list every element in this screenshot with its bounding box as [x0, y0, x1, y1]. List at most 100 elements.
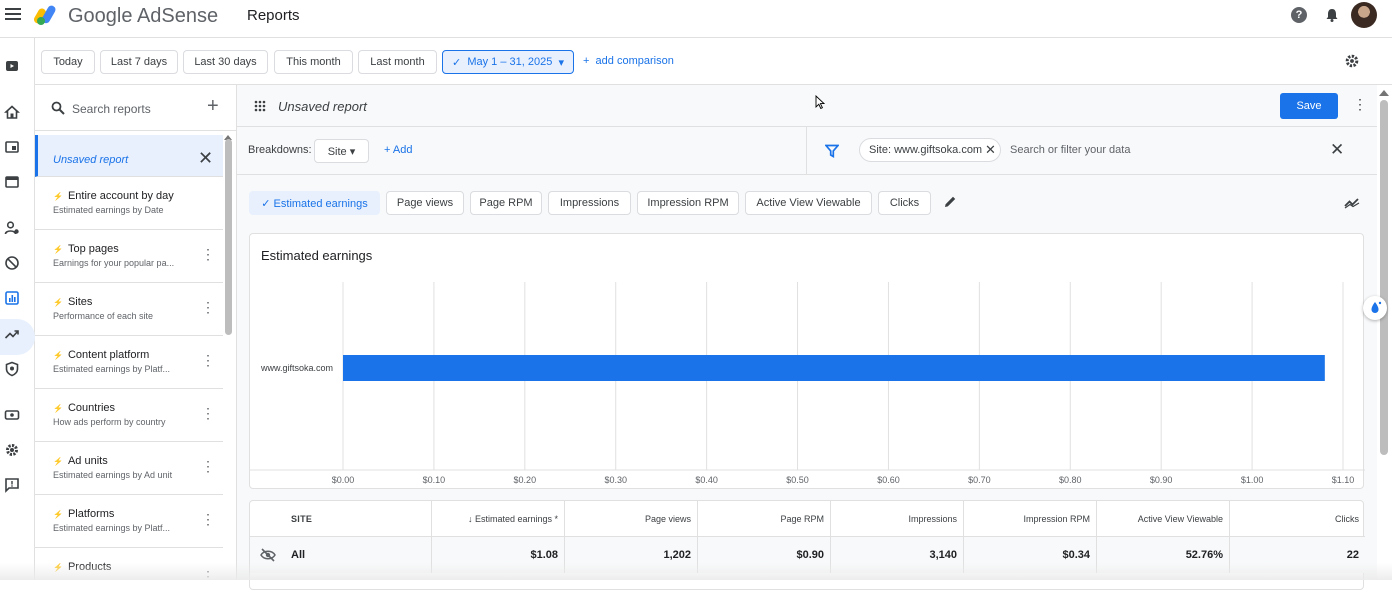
column-header[interactable]: Impression RPM: [964, 501, 1097, 537]
report-main-panel: Unsaved report Save ⋮ Breakdowns: Site ▾…: [237, 85, 1377, 590]
column-header[interactable]: ↓ Estimated earnings *: [432, 501, 565, 537]
payments-icon[interactable]: [4, 407, 20, 423]
date-chip-last-30-days[interactable]: Last 30 days: [183, 50, 268, 74]
column-header[interactable]: Page views: [565, 501, 698, 537]
report-item-sites[interactable]: Sites Performance of each site ⋮: [35, 284, 223, 336]
report-settings-gear-icon[interactable]: [1344, 53, 1360, 69]
date-chip-this-month[interactable]: This month: [274, 50, 353, 74]
column-header[interactable]: Clicks: [1230, 501, 1365, 537]
earnings-bar-chart: $0.00 $0.10 $0.20 $0.30 $0.40 $0.50 $0.60 $0.70…: [250, 282, 1365, 485]
report-item-subtitle: Estimated earnings by Platf...: [53, 523, 171, 533]
search-reports-input[interactable]: Search reports: [72, 102, 151, 116]
bar: [343, 355, 1325, 381]
page-scrollbar-thumb[interactable]: [1380, 100, 1388, 455]
floating-assistant-button[interactable]: [1363, 296, 1387, 320]
table-row[interactable]: All $1.08 1,202 $0.90 3,140 $0.34 52.76% 22: [250, 537, 1365, 573]
add-comparison-link[interactable]: + add comparison: [583, 55, 674, 67]
ads-icon[interactable]: [4, 139, 20, 155]
sidebar-scrollbar[interactable]: [225, 139, 232, 335]
notifications-icon[interactable]: [1324, 7, 1340, 23]
breakdown-site-chip[interactable]: Site ▾: [314, 139, 369, 163]
report-item-content-platform[interactable]: Content platform Estimated earnings by P…: [35, 337, 223, 389]
settings-icon[interactable]: [4, 442, 20, 458]
new-report-plus-icon[interactable]: +: [207, 96, 219, 116]
more-vert-icon[interactable]: ⋮: [201, 406, 215, 420]
search-reports[interactable]: Search reports +: [35, 85, 236, 131]
report-name[interactable]: Unsaved report: [278, 99, 367, 114]
report-item-platforms[interactable]: Platforms Estimated earnings by Platf...…: [35, 496, 223, 548]
report-item-title: Sites: [53, 296, 92, 308]
clear-filters-close-icon[interactable]: ✕: [1330, 140, 1344, 160]
more-vert-icon[interactable]: ⋮: [201, 569, 215, 580]
feedback-icon[interactable]: [4, 477, 20, 493]
apps-grid-icon[interactable]: [254, 100, 266, 112]
report-item-countries[interactable]: Countries How ads perform by country ⋮: [35, 390, 223, 442]
mouse-cursor-icon: [815, 95, 825, 109]
page-scroll-up-arrow[interactable]: [1379, 90, 1389, 96]
more-vert-icon[interactable]: ⋮: [201, 459, 215, 473]
more-vert-icon[interactable]: ⋮: [201, 353, 215, 367]
chart-type-trend-icon[interactable]: [1344, 197, 1360, 209]
date-range-selector[interactable]: ✓ May 1 – 31, 2025 ▾: [442, 50, 574, 74]
date-range-bar: Today Last 7 days Last 30 days This mont…: [35, 38, 1392, 85]
column-header[interactable]: Active View Viewable: [1097, 501, 1230, 537]
remove-filter-close-icon[interactable]: ✕: [985, 142, 996, 158]
reports-icon[interactable]: [4, 290, 20, 306]
report-item-title: Countries: [53, 402, 115, 414]
column-header[interactable]: Impressions: [831, 501, 964, 537]
table-cell: 3,140: [831, 537, 964, 573]
metric-chip-active-view-viewable[interactable]: Active View Viewable: [745, 191, 872, 215]
help-icon[interactable]: ?: [1291, 7, 1307, 23]
y-category-label: www.giftsoka.com: [260, 363, 333, 373]
filter-chip-label: Site: www.giftsoka.com: [869, 144, 983, 156]
add-breakdown-button[interactable]: + Add: [384, 144, 412, 156]
close-icon[interactable]: ✕: [198, 148, 213, 169]
report-item-title: Entire account by day: [53, 190, 174, 202]
metric-chip-clicks[interactable]: Clicks: [878, 191, 931, 215]
save-button[interactable]: Save: [1280, 93, 1338, 119]
metric-chip-estimated-earnings[interactable]: ✓ Estimated earnings: [249, 191, 380, 215]
date-chip-today[interactable]: Today: [41, 50, 95, 74]
optimization-icon[interactable]: [4, 326, 20, 342]
user-avatar[interactable]: [1351, 2, 1377, 28]
page-scrollbar[interactable]: [1380, 100, 1388, 580]
table-cell: 52.76%: [1097, 537, 1230, 573]
report-item-entire-account-by-day[interactable]: Entire account by day Estimated earnings…: [35, 178, 223, 230]
video-icon[interactable]: [4, 58, 20, 74]
account-users-icon[interactable]: [4, 220, 20, 236]
report-more-vert-icon[interactable]: ⋮: [1353, 96, 1367, 113]
report-item-subtitle: Performance of each site: [53, 311, 154, 321]
x-tick-label: $0.20: [514, 475, 537, 485]
metric-chip-page-rpm[interactable]: Page RPM: [470, 191, 542, 215]
report-item-top-pages[interactable]: Top pages Earnings for your popular pa..…: [35, 231, 223, 283]
column-header[interactable]: SITE: [250, 501, 432, 537]
x-tick-label: $0.60: [877, 475, 900, 485]
report-item-ad-units[interactable]: Ad units Estimated earnings by Ad unit ⋮: [35, 443, 223, 495]
report-item-title: Top pages: [53, 243, 119, 255]
top-app-bar: Google AdSense Reports ?: [0, 0, 1392, 38]
metric-chip-impression-rpm[interactable]: Impression RPM: [637, 191, 739, 215]
date-chip-last-month[interactable]: Last month: [358, 50, 437, 74]
sites-icon[interactable]: [4, 174, 20, 190]
site-filter-chip[interactable]: Site: www.giftsoka.com ✕: [859, 138, 1001, 162]
adsense-logo-icon: [34, 5, 56, 25]
menu-icon[interactable]: [5, 8, 21, 22]
metric-chip-page-views[interactable]: Page views: [386, 191, 464, 215]
more-vert-icon[interactable]: ⋮: [201, 300, 215, 314]
home-icon[interactable]: [4, 104, 20, 120]
blocking-icon[interactable]: [4, 255, 20, 271]
more-vert-icon[interactable]: ⋮: [201, 247, 215, 261]
filter-icon[interactable]: [825, 144, 839, 158]
report-item-unsaved[interactable]: Unsaved report ✕: [35, 135, 223, 177]
privacy-shield-icon[interactable]: [4, 361, 20, 377]
filter-search-input[interactable]: Search or filter your data: [1010, 144, 1130, 156]
report-item-products[interactable]: Products ⋮: [35, 549, 223, 580]
edit-metrics-pencil-icon[interactable]: [943, 195, 957, 209]
more-vert-icon[interactable]: ⋮: [201, 512, 215, 526]
metric-chip-impressions[interactable]: Impressions: [548, 191, 631, 215]
date-chip-last-7-days[interactable]: Last 7 days: [100, 50, 178, 74]
column-header[interactable]: Page RPM: [698, 501, 831, 537]
report-item-subtitle: Estimated earnings by Date: [53, 205, 164, 215]
report-item-subtitle: How ads perform by country: [53, 417, 166, 427]
breakdowns-label: Breakdowns:: [248, 144, 312, 156]
